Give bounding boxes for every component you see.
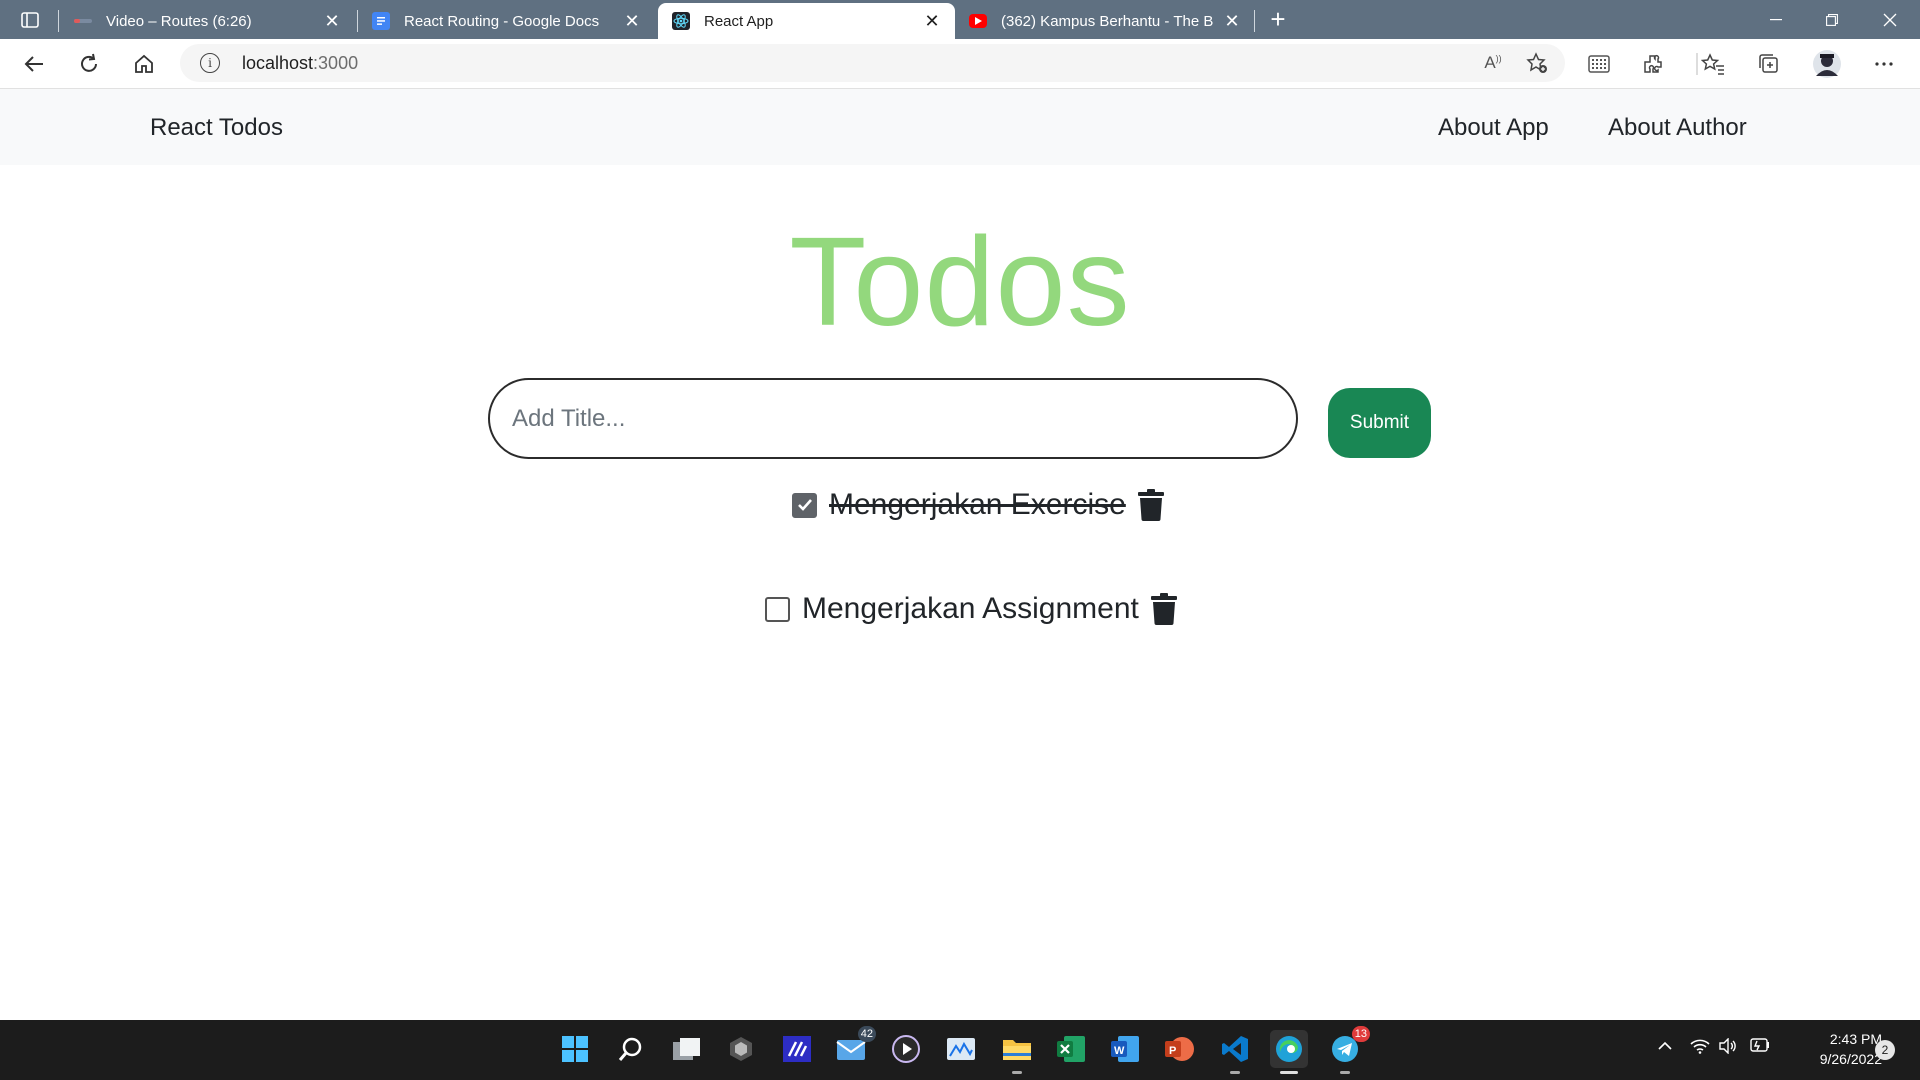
tab-title: (362) Kampus Berhantu - The Bri (1001, 12, 1213, 30)
volume-icon[interactable] (1718, 1037, 1738, 1057)
checkmark-icon (797, 499, 812, 511)
react-favicon-icon (672, 12, 690, 30)
url-port: :3000 (313, 53, 359, 73)
page-content: React Todos About App About Author Todos… (0, 89, 1920, 1020)
address-bar[interactable]: i localhost:3000 A)) (180, 44, 1565, 82)
minimize-icon[interactable] (1748, 0, 1804, 39)
extensions-icon[interactable] (1636, 47, 1670, 81)
svg-text:W: W (1114, 1045, 1125, 1057)
search-icon[interactable] (612, 1030, 650, 1068)
tab-separator (1254, 10, 1255, 32)
close-window-icon[interactable] (1862, 0, 1918, 39)
telegram-badge: 13 (1351, 1026, 1370, 1042)
tab-title: React App (704, 12, 774, 30)
word-icon[interactable]: W (1106, 1030, 1144, 1068)
read-aloud-icon[interactable]: A)) (1476, 46, 1510, 80)
home-icon[interactable] (127, 47, 161, 81)
clock-time: 2:43 PM (1829, 1031, 1882, 1047)
add-favorite-icon[interactable] (1520, 46, 1554, 80)
todo-item: Mengerjakan Exercise (792, 488, 1164, 522)
favorites-icon[interactable] (1696, 47, 1730, 81)
submit-button[interactable]: Submit (1328, 388, 1431, 458)
browser-titlebar: Video – Routes (6:26) ✕ React Routing - … (0, 0, 1920, 39)
collections-icon[interactable] (1752, 47, 1786, 81)
back-icon[interactable] (17, 47, 51, 81)
file-explorer-icon[interactable] (998, 1030, 1036, 1074)
notification-count-badge[interactable]: 2 (1875, 1040, 1895, 1060)
todo-title: Mengerjakan Exercise (829, 488, 1126, 521)
url-text[interactable]: localhost:3000 (242, 53, 358, 74)
new-tab-icon[interactable]: + (1262, 3, 1294, 35)
todo-title: Mengerjakan Assignment (802, 592, 1139, 625)
mail-icon[interactable]: 42 (832, 1026, 876, 1068)
todo-checkbox[interactable] (765, 596, 790, 622)
todo-item: Mengerjakan Assignment (765, 592, 1177, 626)
running-indicator (1340, 1071, 1350, 1074)
trash-icon[interactable] (1150, 593, 1177, 625)
youtube-icon (969, 14, 987, 28)
tab-close-icon[interactable]: ✕ (1223, 11, 1241, 32)
tab-react-routing-docs[interactable]: React Routing - Google Docs ✕ (358, 3, 655, 39)
clock-date: 9/26/2022 (1819, 1051, 1882, 1067)
browser-toolbar: i localhost:3000 A)) (0, 39, 1920, 89)
edge-icon[interactable] (1270, 1030, 1308, 1074)
svg-text:P: P (1169, 1045, 1176, 1057)
google-docs-icon (372, 12, 390, 30)
more-options-icon[interactable] (1867, 47, 1901, 81)
video-favicon-icon (74, 12, 92, 30)
system-clock[interactable]: 2:43 PM 9/26/2022 (1786, 1029, 1882, 1069)
excel-icon[interactable] (1052, 1030, 1090, 1068)
tab-react-app[interactable]: React App ✕ (658, 3, 955, 39)
unity-hub-icon[interactable] (722, 1030, 760, 1068)
trash-icon[interactable] (1137, 489, 1164, 521)
show-hidden-icons-icon[interactable] (1657, 1038, 1673, 1054)
visual-studio-icon[interactable] (778, 1030, 816, 1068)
media-player-icon[interactable] (887, 1030, 925, 1068)
running-indicator (1280, 1071, 1298, 1074)
url-host: localhost (242, 53, 314, 73)
navbar-brand[interactable]: React Todos (150, 114, 283, 142)
add-todo-form: Submit (488, 378, 1431, 460)
tab-title: Video – Routes (6:26) (106, 12, 252, 30)
powerpoint-icon[interactable]: P (1160, 1030, 1198, 1068)
site-info-icon[interactable]: i (200, 53, 220, 73)
todo-checkbox-checked[interactable] (792, 492, 817, 518)
tab-close-icon[interactable]: ✕ (923, 11, 941, 32)
battery-icon[interactable] (1748, 1038, 1770, 1055)
tab-youtube[interactable]: (362) Kampus Berhantu - The Bri ✕ (955, 3, 1255, 39)
refresh-icon[interactable] (72, 47, 106, 81)
todo-title-input[interactable] (488, 378, 1298, 459)
tab-close-icon[interactable]: ✕ (623, 11, 641, 32)
task-view-icon[interactable] (668, 1030, 706, 1068)
vscode-icon[interactable] (1216, 1030, 1254, 1074)
profile-avatar[interactable] (1810, 47, 1844, 81)
start-icon[interactable] (556, 1030, 594, 1068)
mail-badge: 42 (857, 1026, 876, 1042)
windows-taskbar: 42 W P 13 2:43 PM 9/26/2022 2 (0, 1020, 1920, 1080)
running-indicator (1230, 1071, 1240, 1074)
page-title: Todos (789, 211, 1131, 352)
app-navbar: React Todos About App About Author (0, 89, 1920, 165)
tab-separator (58, 10, 59, 32)
nav-link-about-app[interactable]: About App (1438, 114, 1549, 142)
tab-actions-icon[interactable] (10, 6, 50, 34)
running-indicator (1012, 1071, 1022, 1074)
app-grid-icon[interactable] (1582, 47, 1616, 81)
telegram-icon[interactable]: 13 (1326, 1026, 1370, 1074)
photos-icon[interactable] (942, 1030, 980, 1068)
tab-close-icon[interactable]: ✕ (323, 11, 341, 32)
restore-icon[interactable] (1804, 0, 1860, 39)
tab-title: React Routing - Google Docs (404, 12, 600, 30)
nav-link-about-author[interactable]: About Author (1608, 114, 1747, 142)
wifi-icon[interactable] (1690, 1038, 1710, 1057)
tab-video-routes[interactable]: Video – Routes (6:26) ✕ (60, 3, 355, 39)
